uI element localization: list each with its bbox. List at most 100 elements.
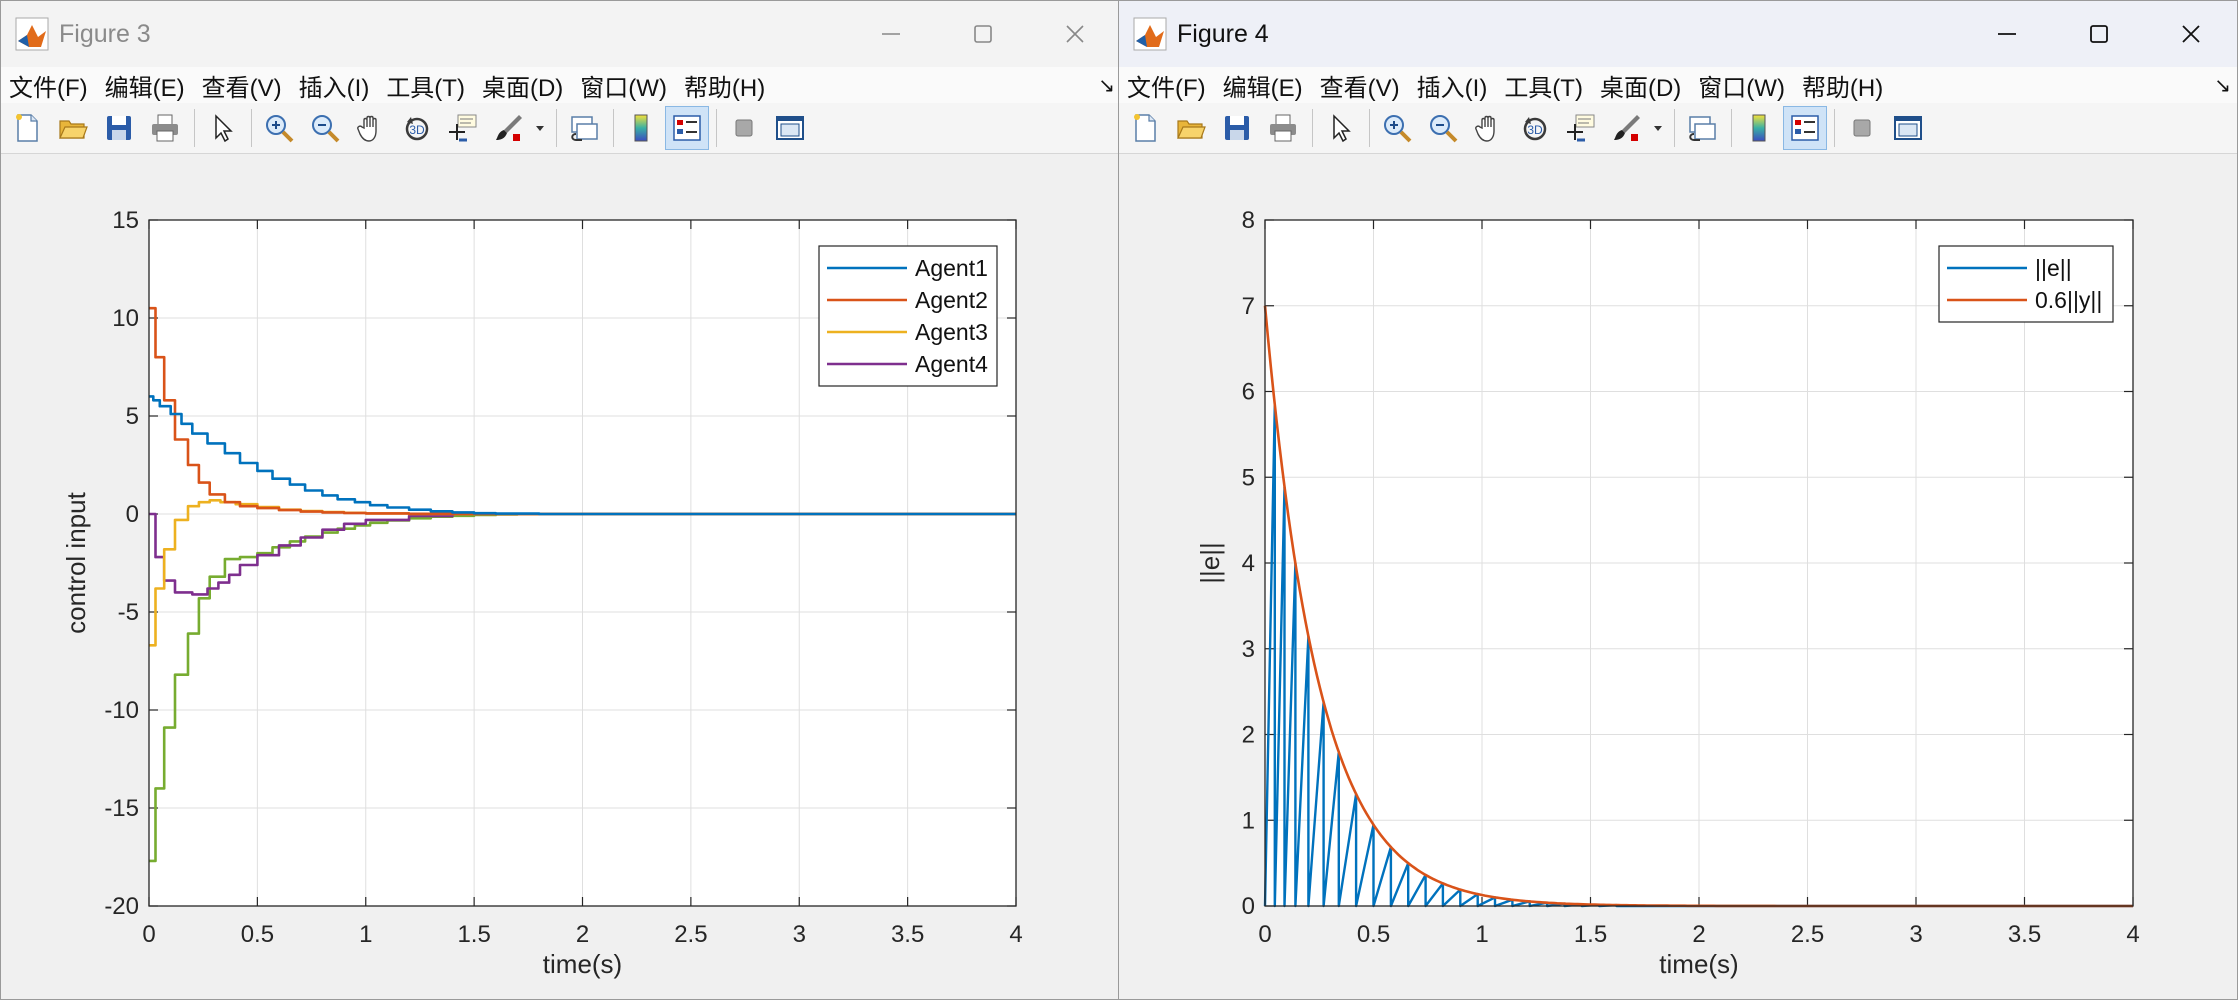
data-cursor-button[interactable]: [1559, 106, 1603, 150]
open-file-button[interactable]: [51, 106, 95, 150]
menu-file[interactable]: 文件(F): [9, 68, 88, 103]
y-tick-label: -5: [118, 599, 139, 626]
pan-button[interactable]: [349, 106, 393, 150]
menu-view[interactable]: 查看(V): [202, 68, 282, 103]
title-bar[interactable]: Figure 3: [1, 1, 1121, 67]
close-button[interactable]: [1029, 1, 1121, 67]
show-plot-tools-button[interactable]: [768, 106, 812, 150]
menu-tools[interactable]: 工具(T): [1504, 68, 1583, 103]
matlab-logo-icon: [15, 17, 49, 51]
zoom-out-button[interactable]: [1421, 106, 1465, 150]
brush-dropdown[interactable]: [1651, 106, 1665, 150]
hide-plot-tools-button[interactable]: [1840, 106, 1884, 150]
menu-edit[interactable]: 编辑(E): [105, 68, 185, 103]
svg-text:3D: 3D: [1527, 123, 1543, 137]
brush-dropdown[interactable]: [533, 106, 547, 150]
maximize-button[interactable]: [937, 1, 1029, 67]
zoom-out-icon: [312, 115, 340, 143]
print-figure-button[interactable]: [143, 106, 187, 150]
save-disk-icon: [107, 116, 131, 140]
open-folder-icon: [1177, 120, 1206, 139]
brush-button[interactable]: [487, 106, 531, 150]
zoom-in-button[interactable]: [257, 106, 301, 150]
minimize-button[interactable]: [845, 1, 937, 67]
close-icon: [2182, 25, 2200, 43]
control-input-plot[interactable]: 0 0.5 1 1.5 2 2.5 3 3.5 4 -20 -15 -10 -5 0 5 10 15 time(s…: [1, 154, 1121, 1000]
dock-arrow-icon[interactable]: ↘: [2214, 73, 2231, 98]
menu-window[interactable]: 窗口(W): [1698, 68, 1785, 103]
x-tick-label: 1: [1475, 921, 1488, 948]
data-cursor-button[interactable]: [441, 106, 485, 150]
save-disk-icon: [1225, 116, 1249, 140]
x-axis-label: time(s): [1659, 949, 1738, 979]
insert-legend-button[interactable]: [665, 106, 709, 150]
figure-3-window: Figure 3 文件(F) 编辑(E) 查看(V) 插入(I) 工具(T) 桌…: [0, 0, 1122, 1000]
title-bar[interactable]: Figure 4: [1119, 1, 2237, 67]
menu-view[interactable]: 查看(V): [1320, 68, 1400, 103]
pan-button[interactable]: [1467, 106, 1511, 150]
toolbar-separator: [1834, 109, 1835, 147]
show-plot-tools-button[interactable]: [1886, 106, 1930, 150]
toolbar-separator: [556, 109, 557, 147]
save-figure-button[interactable]: [1215, 106, 1259, 150]
insert-colorbar-button[interactable]: [1737, 106, 1781, 150]
menu-edit[interactable]: 编辑(E): [1223, 68, 1303, 103]
menu-insert[interactable]: 插入(I): [299, 68, 370, 103]
zoom-out-button[interactable]: [303, 106, 347, 150]
new-figure-button[interactable]: [1123, 106, 1167, 150]
zoom-out-icon: [1430, 115, 1458, 143]
dock-arrow-icon[interactable]: ↘: [1098, 73, 1115, 98]
y-tick-label: 2: [1242, 722, 1255, 749]
y-tick-label: -10: [104, 697, 139, 724]
maximize-button[interactable]: [2053, 1, 2145, 67]
y-tick-label: 6: [1242, 379, 1255, 406]
legend-label-agent3: Agent3: [915, 319, 988, 345]
edit-plot-button[interactable]: [1318, 106, 1362, 150]
y-tick-label: 3: [1242, 636, 1255, 663]
insert-legend-button[interactable]: [1783, 106, 1827, 150]
window-title: Figure 3: [59, 19, 151, 48]
link-plot-button[interactable]: [1680, 106, 1724, 150]
x-tick-label: 2: [1692, 921, 1705, 948]
rotate-3d-button[interactable]: 3D: [395, 106, 439, 150]
rotate-3d-icon: 3D: [405, 117, 429, 141]
hide-plot-tools-button[interactable]: [722, 106, 766, 150]
x-tick-label: 3: [793, 921, 806, 948]
brush-icon: [1614, 115, 1640, 141]
zoom-in-button[interactable]: [1375, 106, 1419, 150]
menu-desktop[interactable]: 桌面(D): [1600, 68, 1681, 103]
print-figure-button[interactable]: [1261, 106, 1305, 150]
pointer-arrow-icon: [215, 114, 233, 143]
maximize-icon: [2090, 25, 2108, 43]
save-figure-button[interactable]: [97, 106, 141, 150]
menu-tools[interactable]: 工具(T): [386, 68, 465, 103]
new-figure-button[interactable]: [5, 106, 49, 150]
edit-plot-button[interactable]: [200, 106, 244, 150]
figure-4-window: Figure 4 文件(F) 编辑(E) 查看(V) 插入(I) 工具(T) 桌…: [1118, 0, 2238, 1000]
menu-help[interactable]: 帮助(H): [684, 68, 765, 103]
menu-insert[interactable]: 插入(I): [1417, 68, 1488, 103]
brush-button[interactable]: [1605, 106, 1649, 150]
link-plot-button[interactable]: [562, 106, 606, 150]
x-tick-label: 0: [1258, 921, 1271, 948]
minimize-button[interactable]: [1961, 1, 2053, 67]
x-tick-label: 3.5: [2008, 921, 2041, 948]
menu-window[interactable]: 窗口(W): [580, 68, 667, 103]
open-file-button[interactable]: [1169, 106, 1213, 150]
menu-desktop[interactable]: 桌面(D): [482, 68, 563, 103]
rotate-3d-button[interactable]: 3D: [1513, 106, 1557, 150]
insert-colorbar-button[interactable]: [619, 106, 663, 150]
error-norm-plot[interactable]: 0 0.5 1 1.5 2 2.5 3 3.5 4 0 1 2 3 4 5 6 7 8 time(s) ||e|| ||…: [1119, 154, 2237, 1000]
open-folder-icon: [59, 120, 88, 139]
pointer-arrow-icon: [1333, 114, 1351, 143]
brush-icon: [496, 115, 522, 141]
legend-label-agent1: Agent1: [915, 255, 988, 281]
printer-icon: [1270, 114, 1296, 142]
toolbar-separator: [613, 109, 614, 147]
toolbar-separator: [1731, 109, 1732, 147]
x-tick-label: 4: [1009, 921, 1022, 948]
maximize-icon: [974, 25, 992, 43]
menu-file[interactable]: 文件(F): [1127, 68, 1206, 103]
menu-help[interactable]: 帮助(H): [1802, 68, 1883, 103]
close-button[interactable]: [2145, 1, 2237, 67]
